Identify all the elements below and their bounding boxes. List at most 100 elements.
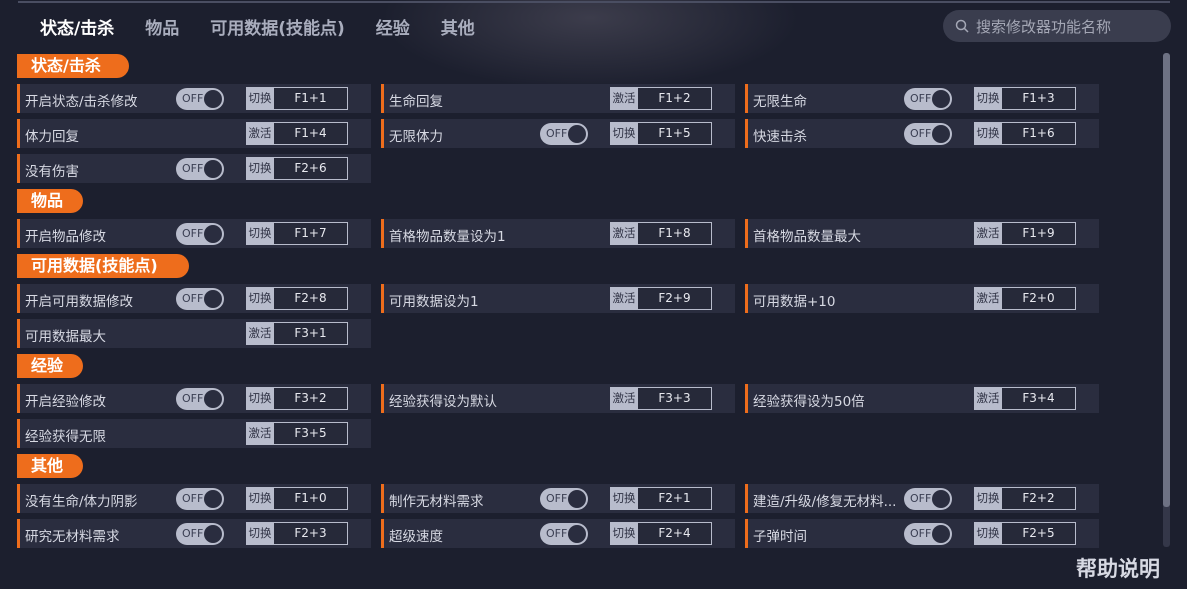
hotkey-field[interactable]: F1+6	[1001, 122, 1076, 145]
cheat-row: 开启可用数据修改 OFF 切换 F2+8	[17, 284, 371, 313]
cheat-toggle[interactable]: OFF	[176, 158, 224, 180]
toggle-state: OFF	[182, 227, 204, 240]
hotkey-field[interactable]: F3+5	[273, 422, 348, 445]
hotkey-field[interactable]: F1+8	[637, 222, 712, 245]
section-title: 状态/击杀	[17, 54, 129, 78]
tab-experience[interactable]: 经验	[376, 14, 410, 39]
mode-badge: 切换	[246, 157, 274, 180]
hotkey-field[interactable]: F2+4	[637, 522, 712, 545]
cheat-label: 开启可用数据修改	[25, 294, 133, 310]
hotkey-field[interactable]: F1+3	[1001, 87, 1076, 110]
help-button[interactable]: 帮助说明	[1076, 553, 1160, 583]
cheat-toggle[interactable]: OFF	[904, 88, 952, 110]
toggle-knob	[932, 525, 950, 543]
hotkey-field[interactable]: F2+2	[1001, 487, 1076, 510]
hotkey-field[interactable]: F2+6	[273, 157, 348, 180]
cheat-row: 开启物品修改 OFF 切换 F1+7	[17, 219, 371, 248]
cheat-row: 经验获得设为默认 激活 F3+3	[381, 384, 735, 413]
cheat-toggle[interactable]: OFF	[904, 488, 952, 510]
scrollbar[interactable]	[1163, 53, 1170, 547]
cheat-label: 开启经验修改	[25, 394, 106, 410]
mode-badge: 切换	[974, 487, 1002, 510]
cheat-label: 研究无材料需求	[25, 529, 120, 545]
hotkey-field[interactable]: F2+0	[1001, 287, 1076, 310]
cheat-toggle[interactable]: OFF	[904, 123, 952, 145]
cheat-label: 开启状态/击杀修改	[25, 94, 138, 110]
toggle-knob	[204, 490, 222, 508]
toggle-state: OFF	[182, 527, 204, 540]
hotkey-field[interactable]: F1+1	[273, 87, 348, 110]
hotkey-field[interactable]: F1+5	[637, 122, 712, 145]
hotkey-field[interactable]: F1+7	[273, 222, 348, 245]
hotkey-field[interactable]: F2+5	[1001, 522, 1076, 545]
cheat-toggle[interactable]: OFF	[540, 123, 588, 145]
hotkey-field[interactable]: F2+8	[273, 287, 348, 310]
cheat-label: 可用数据+10	[753, 294, 836, 310]
mode-badge: 切换	[974, 522, 1002, 545]
cheat-toggle[interactable]: OFF	[176, 223, 224, 245]
hotkey-field[interactable]: F3+1	[273, 322, 348, 345]
hotkey-field[interactable]: F3+4	[1001, 387, 1076, 410]
scrollbar-thumb[interactable]	[1163, 53, 1170, 507]
mode-badge: 激活	[610, 287, 638, 310]
hotkey-field[interactable]: F1+0	[273, 487, 348, 510]
cheat-toggle[interactable]: OFF	[176, 288, 224, 310]
cheat-row: 经验获得设为50倍 激活 F3+4	[745, 384, 1099, 413]
cheat-label: 可用数据设为1	[389, 294, 479, 310]
toggle-state: OFF	[182, 162, 204, 175]
cheat-label: 经验获得设为默认	[389, 394, 497, 410]
cheat-row: 子弹时间 OFF 切换 F2+5	[745, 519, 1099, 548]
mode-badge: 激活	[974, 387, 1002, 410]
mode-badge: 激活	[246, 322, 274, 345]
cheat-row: 制作无材料需求 OFF 切换 F2+1	[381, 484, 735, 513]
toggle-state: OFF	[182, 492, 204, 505]
toggle-state: OFF	[910, 127, 932, 140]
cheat-toggle[interactable]: OFF	[176, 88, 224, 110]
cheat-label: 没有伤害	[25, 164, 79, 180]
cheat-label: 建造/升级/修复无材料...	[753, 494, 897, 510]
hotkey-field[interactable]: F3+2	[273, 387, 348, 410]
cheat-label: 制作无材料需求	[389, 494, 484, 510]
cheat-row: 快速击杀 OFF 切换 F1+6	[745, 119, 1099, 148]
hotkey-field[interactable]: F3+3	[637, 387, 712, 410]
tab-other[interactable]: 其他	[441, 14, 475, 39]
cheat-toggle[interactable]: OFF	[540, 523, 588, 545]
mode-badge: 激活	[610, 87, 638, 110]
search-input[interactable]: 搜索修改器功能名称	[943, 10, 1171, 42]
mode-badge: 激活	[610, 387, 638, 410]
toggle-state: OFF	[910, 92, 932, 105]
cheat-row: 无限生命 OFF 切换 F1+3	[745, 84, 1099, 113]
hotkey-field[interactable]: F1+9	[1001, 222, 1076, 245]
cheat-toggle[interactable]: OFF	[904, 523, 952, 545]
toggle-state: OFF	[546, 527, 568, 540]
mode-badge: 切换	[974, 87, 1002, 110]
cheat-toggle[interactable]: OFF	[176, 523, 224, 545]
toggle-knob	[204, 525, 222, 543]
tab-items[interactable]: 物品	[145, 14, 179, 39]
tab-status-kill[interactable]: 状态/击杀	[40, 14, 114, 39]
hotkey-field[interactable]: F2+9	[637, 287, 712, 310]
cheat-row: 体力回复 激活 F1+4	[17, 119, 371, 148]
cheat-label: 体力回复	[25, 129, 79, 145]
hotkey-field[interactable]: F2+3	[273, 522, 348, 545]
mode-badge: 激活	[610, 222, 638, 245]
search-placeholder: 搜索修改器功能名称	[976, 17, 1112, 36]
cheat-label: 首格物品数量最大	[753, 229, 861, 245]
mode-badge: 切换	[246, 387, 274, 410]
cheat-toggle[interactable]: OFF	[176, 488, 224, 510]
cheat-label: 开启物品修改	[25, 229, 106, 245]
toggle-knob	[932, 490, 950, 508]
cheat-toggle[interactable]: OFF	[540, 488, 588, 510]
mode-badge: 激活	[974, 222, 1002, 245]
mode-badge: 激活	[974, 287, 1002, 310]
hotkey-field[interactable]: F1+2	[637, 87, 712, 110]
tab-skill-points[interactable]: 可用数据(技能点)	[210, 14, 345, 39]
toggle-state: OFF	[546, 127, 568, 140]
mode-badge: 激活	[246, 122, 274, 145]
toggle-state: OFF	[910, 492, 932, 505]
hotkey-field[interactable]: F2+1	[637, 487, 712, 510]
hotkey-field[interactable]: F1+4	[273, 122, 348, 145]
cheat-row: 没有生命/体力阴影 OFF 切换 F1+0	[17, 484, 371, 513]
cheat-toggle[interactable]: OFF	[176, 388, 224, 410]
cheat-row: 经验获得无限 激活 F3+5	[17, 419, 371, 448]
